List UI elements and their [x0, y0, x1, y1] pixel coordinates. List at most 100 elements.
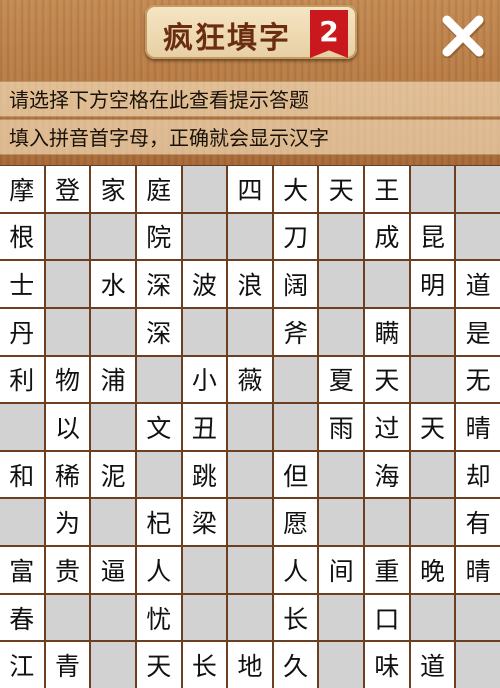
- grid-cell-filled[interactable]: 道: [456, 261, 500, 307]
- grid-cell-blank[interactable]: [45, 261, 90, 307]
- grid-cell-filled[interactable]: 海: [365, 451, 409, 498]
- grid-cell-blank[interactable]: [410, 356, 455, 403]
- grid-cell-filled[interactable]: 贵: [45, 547, 90, 593]
- grid-cell-blank[interactable]: [0, 499, 44, 546]
- grid-cell-blank[interactable]: [456, 213, 500, 260]
- grid-cell-filled[interactable]: 晴: [456, 404, 500, 450]
- grid-cell-filled[interactable]: 过: [365, 404, 409, 450]
- grid-cell-filled[interactable]: 无: [456, 356, 500, 403]
- grid-cell-filled[interactable]: 忧: [136, 594, 181, 641]
- grid-cell-blank[interactable]: [228, 547, 272, 593]
- grid-cell-blank[interactable]: [365, 499, 409, 546]
- grid-cell-filled[interactable]: 春: [0, 594, 44, 641]
- grid-cell-blank[interactable]: [91, 213, 135, 260]
- grid-cell-filled[interactable]: 间: [319, 547, 364, 593]
- grid-cell-filled[interactable]: 人: [273, 547, 318, 593]
- grid-cell-filled[interactable]: 跳: [182, 451, 227, 498]
- grid-cell-blank[interactable]: [182, 166, 227, 212]
- grid-cell-filled[interactable]: 但: [273, 451, 318, 498]
- grid-cell-filled[interactable]: 王: [365, 166, 409, 212]
- grid-cell-filled[interactable]: 夏: [319, 356, 364, 403]
- grid-cell-filled[interactable]: 昆: [410, 213, 455, 260]
- grid-cell-filled[interactable]: 小: [182, 356, 227, 403]
- grid-cell-filled[interactable]: 是: [456, 308, 500, 355]
- grid-cell-blank[interactable]: [182, 213, 227, 260]
- grid-cell-filled[interactable]: 为: [45, 499, 90, 546]
- grid-cell-filled[interactable]: 口: [365, 594, 409, 641]
- grid-cell-blank[interactable]: [136, 356, 181, 403]
- grid-cell-blank[interactable]: [136, 451, 181, 498]
- grid-cell-filled[interactable]: 杞: [136, 499, 181, 546]
- grid-cell-filled[interactable]: 波: [182, 261, 227, 307]
- grid-cell-filled[interactable]: 长: [182, 642, 227, 688]
- grid-cell-blank[interactable]: [45, 308, 90, 355]
- close-button[interactable]: [437, 10, 489, 62]
- grid-cell-filled[interactable]: 以: [45, 404, 90, 450]
- grid-cell-filled[interactable]: 丹: [0, 308, 44, 355]
- grid-cell-filled[interactable]: 院: [136, 213, 181, 260]
- grid-cell-blank[interactable]: [228, 499, 272, 546]
- grid-cell-filled[interactable]: 大: [273, 166, 318, 212]
- grid-cell-blank[interactable]: [273, 356, 318, 403]
- grid-cell-filled[interactable]: 晚: [410, 547, 455, 593]
- grid-cell-blank[interactable]: [228, 451, 272, 498]
- grid-cell-filled[interactable]: 天: [136, 642, 181, 688]
- grid-cell-blank[interactable]: [365, 261, 409, 307]
- grid-cell-blank[interactable]: [182, 308, 227, 355]
- grid-cell-filled[interactable]: 逼: [91, 547, 135, 593]
- grid-cell-filled[interactable]: 利: [0, 356, 44, 403]
- grid-cell-filled[interactable]: 人: [136, 547, 181, 593]
- grid-cell-blank[interactable]: [45, 213, 90, 260]
- grid-cell-blank[interactable]: [91, 642, 135, 688]
- grid-cell-filled[interactable]: 阔: [273, 261, 318, 307]
- grid-cell-filled[interactable]: 晴: [456, 547, 500, 593]
- grid-cell-filled[interactable]: 成: [365, 213, 409, 260]
- grid-cell-blank[interactable]: [319, 213, 364, 260]
- grid-cell-filled[interactable]: 天: [410, 404, 455, 450]
- grid-cell-blank[interactable]: [319, 499, 364, 546]
- grid-cell-blank[interactable]: [319, 261, 364, 307]
- grid-cell-filled[interactable]: 久: [273, 642, 318, 688]
- grid-cell-blank[interactable]: [91, 308, 135, 355]
- grid-cell-filled[interactable]: 雨: [319, 404, 364, 450]
- grid-cell-blank[interactable]: [228, 308, 272, 355]
- grid-cell-filled[interactable]: 摩: [0, 166, 44, 212]
- grid-cell-filled[interactable]: 却: [456, 451, 500, 498]
- grid-cell-blank[interactable]: [456, 594, 500, 641]
- grid-cell-filled[interactable]: 天: [365, 356, 409, 403]
- grid-cell-blank[interactable]: [273, 404, 318, 450]
- grid-cell-filled[interactable]: 文: [136, 404, 181, 450]
- grid-cell-filled[interactable]: 根: [0, 213, 44, 260]
- grid-cell-filled[interactable]: 斧: [273, 308, 318, 355]
- grid-cell-filled[interactable]: 四: [228, 166, 272, 212]
- grid-cell-filled[interactable]: 地: [228, 642, 272, 688]
- grid-cell-blank[interactable]: [228, 213, 272, 260]
- grid-cell-filled[interactable]: 重: [365, 547, 409, 593]
- grid-cell-filled[interactable]: 瞒: [365, 308, 409, 355]
- grid-cell-filled[interactable]: 薇: [228, 356, 272, 403]
- grid-cell-blank[interactable]: [182, 547, 227, 593]
- grid-cell-blank[interactable]: [91, 404, 135, 450]
- grid-cell-filled[interactable]: 登: [45, 166, 90, 212]
- grid-cell-blank[interactable]: [456, 166, 500, 212]
- grid-cell-blank[interactable]: [319, 642, 364, 688]
- grid-cell-blank[interactable]: [410, 166, 455, 212]
- grid-cell-filled[interactable]: 庭: [136, 166, 181, 212]
- grid-cell-filled[interactable]: 味: [365, 642, 409, 688]
- grid-cell-filled[interactable]: 长: [273, 594, 318, 641]
- grid-cell-blank[interactable]: [228, 594, 272, 641]
- grid-cell-filled[interactable]: 水: [91, 261, 135, 307]
- grid-cell-filled[interactable]: 物: [45, 356, 90, 403]
- grid-cell-blank[interactable]: [182, 594, 227, 641]
- grid-cell-blank[interactable]: [45, 594, 90, 641]
- grid-cell-blank[interactable]: [319, 594, 364, 641]
- grid-cell-filled[interactable]: 浦: [91, 356, 135, 403]
- grid-cell-filled[interactable]: 愿: [273, 499, 318, 546]
- grid-cell-blank[interactable]: [228, 404, 272, 450]
- grid-cell-filled[interactable]: 浪: [228, 261, 272, 307]
- grid-cell-filled[interactable]: 深: [136, 261, 181, 307]
- grid-cell-filled[interactable]: 稀: [45, 451, 90, 498]
- grid-cell-blank[interactable]: [319, 451, 364, 498]
- grid-cell-filled[interactable]: 有: [456, 499, 500, 546]
- grid-cell-blank[interactable]: [456, 642, 500, 688]
